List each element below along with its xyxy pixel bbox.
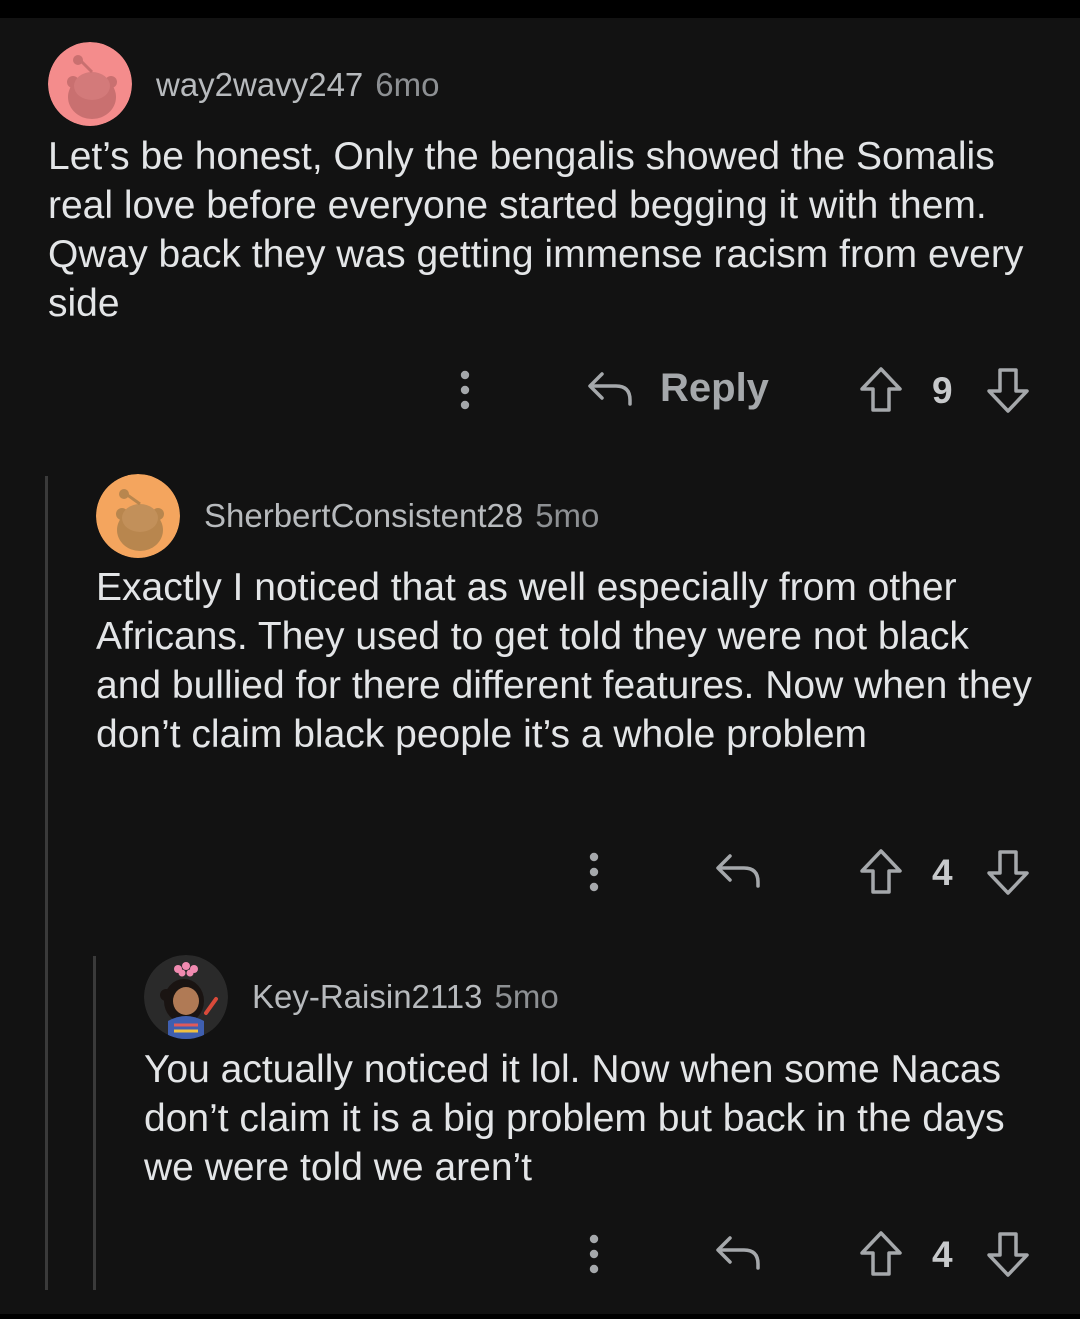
- comment-actions: 4: [0, 842, 1080, 902]
- comment-meta: way2wavy247 6mo: [156, 66, 439, 104]
- comment-actions: Reply 9: [0, 360, 1080, 420]
- upvote-arrow-icon: [860, 849, 902, 894]
- more-vertical-icon: [589, 1234, 599, 1274]
- downvote-button[interactable]: [985, 848, 1031, 896]
- reply-arrow-icon: [716, 854, 760, 888]
- comment-actions: 4: [0, 1224, 1080, 1284]
- reply-arrow-icon: [588, 372, 632, 406]
- comment-age: 5mo: [494, 978, 559, 1015]
- more-options-button[interactable]: [448, 366, 482, 414]
- downvote-arrow-icon: [987, 368, 1029, 413]
- user-avatar[interactable]: [144, 955, 228, 1039]
- downvote-button[interactable]: [985, 366, 1031, 414]
- username[interactable]: way2wavy247: [156, 66, 363, 103]
- comment-body: Exactly I noticed that as well especiall…: [96, 566, 1032, 756]
- upvote-button[interactable]: [858, 366, 904, 414]
- more-options-button[interactable]: [577, 1230, 611, 1278]
- vote-score: 9: [932, 370, 953, 411]
- upvote-arrow-icon: [860, 1231, 902, 1276]
- more-vertical-icon: [460, 370, 470, 410]
- reply-button[interactable]: [714, 846, 762, 894]
- comment-meta: Key-Raisin2113 5mo: [252, 978, 559, 1016]
- downvote-arrow-icon: [987, 1232, 1029, 1277]
- reply-button[interactable]: Reply: [586, 364, 769, 412]
- vote-score: 4: [932, 852, 953, 893]
- user-avatar[interactable]: [48, 42, 132, 126]
- more-vertical-icon: [589, 852, 599, 892]
- downvote-arrow-icon: [987, 850, 1029, 895]
- comment-body: Let’s be honest, Only the bengalis showe…: [48, 135, 1024, 325]
- upvote-button[interactable]: [858, 1230, 904, 1278]
- username[interactable]: Key-Raisin2113: [252, 978, 483, 1015]
- reply-label: Reply: [660, 365, 769, 410]
- comment-age: 5mo: [535, 497, 600, 534]
- comment-body: You actually noticed it lol. Now when so…: [144, 1048, 1005, 1189]
- comment-age: 6mo: [375, 66, 440, 103]
- comment-meta: SherbertConsistent28 5mo: [204, 497, 599, 535]
- reply-arrow-icon: [716, 1236, 760, 1270]
- upvote-button[interactable]: [858, 848, 904, 896]
- more-options-button[interactable]: [577, 848, 611, 896]
- reply-button[interactable]: [714, 1228, 762, 1276]
- downvote-button[interactable]: [985, 1230, 1031, 1278]
- user-avatar[interactable]: [96, 474, 180, 558]
- upvote-arrow-icon: [860, 367, 902, 412]
- username[interactable]: SherbertConsistent28: [204, 497, 523, 534]
- vote-score: 4: [932, 1234, 953, 1275]
